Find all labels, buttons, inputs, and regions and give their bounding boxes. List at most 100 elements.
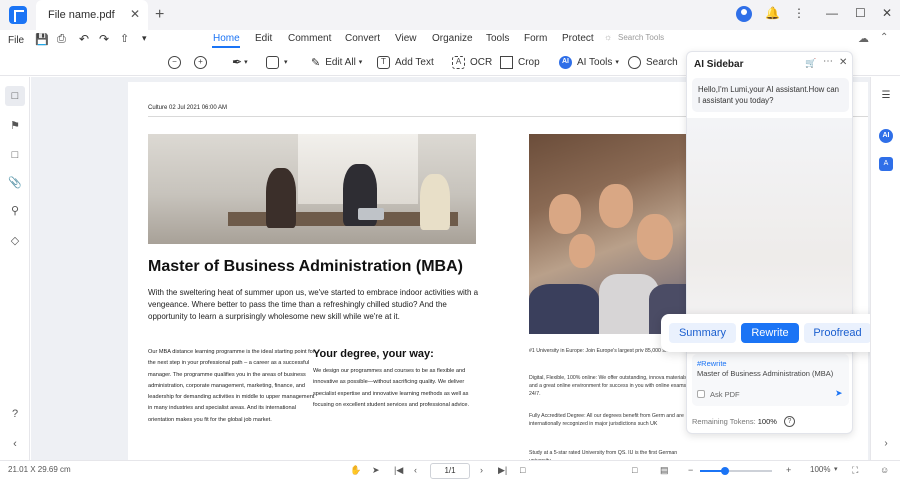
right-sidebar: ☰ AI A › — [870, 77, 900, 460]
tab-protect[interactable]: Protect — [562, 33, 594, 44]
zoom-slider-handle[interactable] — [721, 467, 730, 475]
cart-icon[interactable]: 🛒 — [805, 58, 816, 69]
rewrite-button[interactable]: Rewrite — [741, 323, 799, 343]
close-icon[interactable]: ✕ — [839, 57, 847, 68]
quick-access-dropdown-icon[interactable]: ▾ — [142, 33, 147, 44]
more-vertical-icon[interactable]: ⋮ — [793, 6, 805, 20]
highlight-button[interactable]: ✒ ▾ — [232, 54, 248, 70]
zoom-in-button[interactable]: + — [194, 54, 212, 70]
search-button[interactable]: Search — [628, 54, 678, 70]
search-icon[interactable]: ⚲ — [8, 204, 22, 218]
page-layout-icon[interactable]: □ — [520, 465, 525, 475]
proofread-button[interactable]: Proofread — [804, 323, 871, 343]
redo-icon[interactable]: ↷ — [99, 32, 109, 46]
select-tool-icon[interactable]: ➤ — [372, 465, 380, 476]
file-tab[interactable]: File name.pdf ✕ — [36, 0, 148, 30]
previous-page-icon[interactable]: ‹ — [414, 465, 417, 475]
document-headline: Master of Business Administration (MBA) — [148, 258, 463, 275]
tab-organize[interactable]: Organize — [432, 33, 473, 44]
ai-prompt-box[interactable]: #Rewrite Master of Business Administrati… — [692, 354, 849, 406]
next-page-icon[interactable]: › — [480, 465, 483, 475]
ai-action-bar: Summary Rewrite Proofread — [661, 314, 879, 352]
help-icon[interactable]: ? — [784, 416, 795, 427]
search-icon — [628, 55, 641, 69]
send-icon[interactable]: ➤ — [835, 388, 843, 399]
person-left — [266, 168, 296, 228]
collapse-ribbon-icon[interactable]: ⌃ — [880, 32, 888, 43]
print-icon[interactable]: ⎙ — [57, 33, 66, 46]
bookmark-icon[interactable]: ⚑ — [8, 119, 22, 133]
tab-view[interactable]: View — [395, 33, 417, 44]
layers-icon[interactable]: ◇ — [8, 234, 22, 248]
student-face — [637, 214, 673, 260]
ocr-label: OCR — [470, 56, 493, 68]
ai-tools-button[interactable]: AI AI Tools ▾ — [559, 54, 619, 70]
cloud-upload-icon[interactable]: ☁ — [858, 32, 869, 45]
last-page-icon[interactable]: ▶| — [498, 465, 507, 476]
chevron-down-icon: ▾ — [615, 59, 619, 66]
chevron-right-icon[interactable]: › — [879, 437, 893, 451]
edit-all-label: Edit All — [325, 56, 356, 68]
zoom-out-icon[interactable]: − — [688, 465, 693, 475]
share-icon[interactable]: ⇧ — [120, 32, 129, 45]
hand-tool-icon[interactable]: ✋ — [350, 465, 361, 476]
edit-all-button[interactable]: ✎ Edit All ▾ — [311, 54, 362, 70]
ai-prompt-input[interactable]: Master of Business Administration (MBA) — [697, 369, 833, 378]
crop-icon — [500, 55, 513, 69]
status-bar: 21.01 X 29.69 cm ✋ ➤ |◀ ‹ 1/1 › ▶| □ □ ▤… — [0, 460, 900, 480]
page-number-input[interactable]: 1/1 — [430, 463, 470, 479]
zoom-out-icon: − — [168, 55, 181, 69]
minimize-icon[interactable]: — — [826, 6, 838, 20]
close-tab-icon[interactable]: ✕ — [130, 7, 140, 21]
translate-icon[interactable]: A — [879, 157, 893, 171]
add-text-button[interactable]: T Add Text — [377, 54, 434, 70]
help-icon[interactable]: ? — [8, 407, 22, 421]
summary-button[interactable]: Summary — [669, 323, 736, 343]
tab-tools[interactable]: Tools — [486, 33, 509, 44]
maximize-icon[interactable]: ☐ — [855, 6, 866, 20]
highlighter-icon: ✒ — [232, 55, 243, 69]
ocr-button[interactable]: A OCR — [452, 54, 492, 70]
save-icon[interactable]: 💾 — [35, 33, 49, 46]
zoom-level[interactable]: 100% — [810, 465, 830, 474]
person-right — [420, 174, 450, 230]
app-logo-icon — [9, 6, 27, 24]
tab-comment[interactable]: Comment — [288, 33, 331, 44]
tab-home[interactable]: Home — [213, 33, 240, 44]
student-shirt — [529, 284, 599, 334]
bell-icon[interactable]: 🔔 — [765, 6, 780, 20]
undo-icon[interactable]: ↶ — [79, 32, 89, 46]
first-page-icon[interactable]: |◀ — [394, 465, 403, 476]
page-thumbnail-icon[interactable]: □ — [5, 86, 25, 106]
shape-button[interactable]: ▾ — [266, 54, 288, 70]
zoom-slider[interactable] — [700, 467, 772, 475]
zoom-dropdown-icon[interactable]: ▾ — [834, 465, 838, 473]
zoom-in-icon[interactable]: + — [786, 465, 791, 475]
add-text-label: Add Text — [395, 56, 434, 68]
fullscreen-icon[interactable]: ⛶ — [852, 465, 858, 476]
attachment-icon[interactable]: 📎 — [8, 176, 22, 190]
add-tab-icon[interactable]: + — [155, 6, 164, 24]
properties-icon[interactable]: ☰ — [879, 89, 893, 103]
comment-icon[interactable]: □ — [8, 148, 22, 162]
student-face — [569, 234, 595, 268]
chevron-left-icon[interactable]: ‹ — [8, 437, 22, 451]
ai-sidebar-icon[interactable]: AI — [879, 129, 893, 143]
avatar[interactable] — [736, 6, 752, 22]
search-tools-input[interactable]: Search Tools — [618, 33, 664, 42]
tokens-label: Remaining Tokens: — [692, 417, 756, 426]
close-window-icon[interactable]: ✕ — [882, 6, 892, 20]
file-menu[interactable]: File — [8, 35, 24, 46]
tab-form[interactable]: Form — [524, 33, 547, 44]
read-mode-icon[interactable]: ☺ — [880, 465, 889, 475]
tab-edit[interactable]: Edit — [255, 33, 272, 44]
crop-button[interactable]: Crop — [500, 54, 540, 70]
tab-convert[interactable]: Convert — [345, 33, 380, 44]
ask-pdf-checkbox[interactable] — [697, 390, 705, 398]
ocr-icon: A — [452, 55, 465, 69]
fit-page-icon[interactable]: □ — [632, 465, 637, 475]
zoom-out-button[interactable]: − — [168, 54, 186, 70]
view-mode-icon[interactable]: ▤ — [660, 465, 669, 476]
more-horizontal-icon[interactable]: ⋯ — [823, 56, 833, 67]
ai-sidebar-panel: AI Sidebar 🛒 ⋯ ✕ Hello,I'm Lumi,your AI … — [686, 51, 853, 434]
